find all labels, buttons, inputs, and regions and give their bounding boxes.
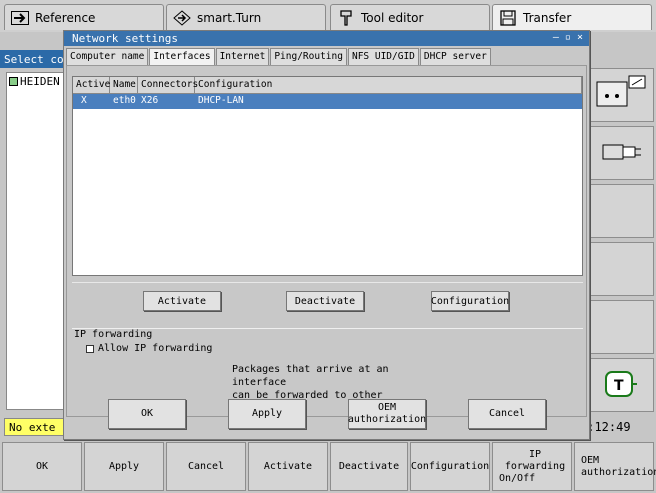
dialog-titlebar: Network settings – ▫ ×	[64, 31, 589, 46]
softkey-label: On/Off	[499, 472, 536, 484]
mode-tab-smart-turn[interactable]: smart.Turn	[166, 4, 326, 30]
softkey-ok[interactable]: OK	[2, 442, 82, 491]
tab-ping-routing[interactable]: Ping/Routing	[270, 48, 347, 65]
checkbox-label: Allow IP forwarding	[98, 343, 213, 354]
tab-interfaces[interactable]: Interfaces	[149, 48, 215, 65]
softkey-activate[interactable]: Activate	[248, 442, 328, 491]
diamond-arrow-icon	[173, 9, 191, 26]
deactivate-button[interactable]: Deactivate	[286, 291, 364, 311]
column-header-active[interactable]: Active	[73, 77, 110, 93]
connector-icon	[599, 137, 643, 170]
t-icon: T	[604, 370, 638, 401]
button-label: OEM	[377, 402, 397, 413]
interface-actions: Activate Deactivate Configuration	[72, 282, 583, 322]
right-softkey-6[interactable]: T	[588, 358, 654, 412]
dialog-apply-button[interactable]: Apply	[228, 399, 306, 429]
softkey-configuration[interactable]: Configuration	[410, 442, 490, 491]
dialog-footer: OK Apply OEM authorization Cancel	[66, 391, 587, 437]
column-header-name[interactable]: Name	[110, 77, 138, 93]
svg-text:T: T	[614, 378, 624, 394]
mode-tab-tool-editor[interactable]: Tool editor	[330, 4, 490, 30]
cell-name: eth0	[113, 95, 136, 106]
checkbox-box[interactable]	[86, 344, 94, 353]
drive-icon	[9, 77, 18, 86]
tab-dhcp-server[interactable]: DHCP server	[419, 48, 491, 65]
mode-bar: Reference smart.Turn Tool editor Transfe…	[0, 0, 656, 32]
softkey-label: OEM	[581, 454, 600, 466]
table-header: Active Name Connectors Configuration	[73, 77, 582, 94]
right-softkey-3[interactable]	[588, 184, 654, 238]
tab-internet[interactable]: Internet	[215, 48, 270, 65]
description-line: Packages that arrive at an interface	[232, 364, 389, 388]
activate-button[interactable]: Activate	[143, 291, 221, 311]
softkey-ip-forwarding[interactable]: IP forwarding On/Off	[492, 442, 572, 491]
configuration-button[interactable]: Configuration	[431, 291, 509, 311]
softkey-label: authorization	[581, 466, 656, 478]
right-softkey-1[interactable]	[588, 68, 654, 122]
disk-icon	[499, 9, 517, 26]
mode-tab-label: smart.Turn	[197, 10, 262, 25]
interfaces-table: Active Name Connectors Configuration X e…	[72, 76, 583, 276]
button-label: authorization	[347, 414, 427, 425]
window-controls[interactable]: – ▫ ×	[553, 32, 583, 43]
table-row[interactable]: X eth0 X26 DHCP-LAN	[73, 94, 582, 109]
column-header-connectors[interactable]: Connectors	[138, 77, 198, 93]
column-header-configuration[interactable]: Configuration	[195, 77, 582, 93]
tree-item-label: HEIDEN	[20, 75, 60, 88]
cell-connectors: X26	[141, 95, 159, 106]
ip-forwarding-label: IP forwarding	[74, 329, 153, 340]
right-softkey-2[interactable]	[588, 126, 654, 180]
dialog-oem-authorization-button[interactable]: OEM authorization	[348, 399, 426, 429]
mode-tab-reference[interactable]: Reference	[4, 4, 164, 30]
arrow-right-icon	[11, 10, 29, 26]
right-softkey-5[interactable]	[588, 300, 654, 354]
softkey-apply[interactable]: Apply	[84, 442, 164, 491]
right-softkey-4[interactable]	[588, 242, 654, 296]
dialog-title: Network settings	[72, 32, 178, 45]
cell-configuration: DHCP-LAN	[198, 95, 244, 106]
softkey-deactivate[interactable]: Deactivate	[330, 442, 408, 491]
softkey-oem-authorization[interactable]: OEM authorization	[574, 442, 656, 491]
allow-ip-forwarding-checkbox[interactable]: Allow IP forwarding	[86, 343, 212, 354]
interfaces-pane: Active Name Connectors Configuration X e…	[66, 65, 587, 417]
mode-tab-label: Reference	[35, 10, 96, 25]
dialog-ok-button[interactable]: OK	[108, 399, 186, 429]
network-settings-dialog: Network settings – ▫ × Computer name Int…	[63, 30, 590, 440]
mode-tab-label: Transfer	[523, 10, 572, 25]
softkey-cancel[interactable]: Cancel	[166, 442, 246, 491]
machine-icon	[595, 74, 647, 117]
cell-active: X	[81, 95, 87, 106]
mode-tab-label: Tool editor	[361, 10, 424, 25]
mode-tab-transfer[interactable]: Transfer	[492, 4, 652, 30]
tool-icon	[337, 9, 355, 26]
tab-nfs-uid-gid[interactable]: NFS UID/GID	[347, 48, 419, 65]
tab-computer-name[interactable]: Computer name	[66, 48, 149, 65]
tab-bar: Computer name Interfaces Internet Ping/R…	[66, 48, 492, 65]
softkey-label: IP forwarding	[504, 448, 566, 472]
dialog-cancel-button[interactable]: Cancel	[468, 399, 546, 429]
